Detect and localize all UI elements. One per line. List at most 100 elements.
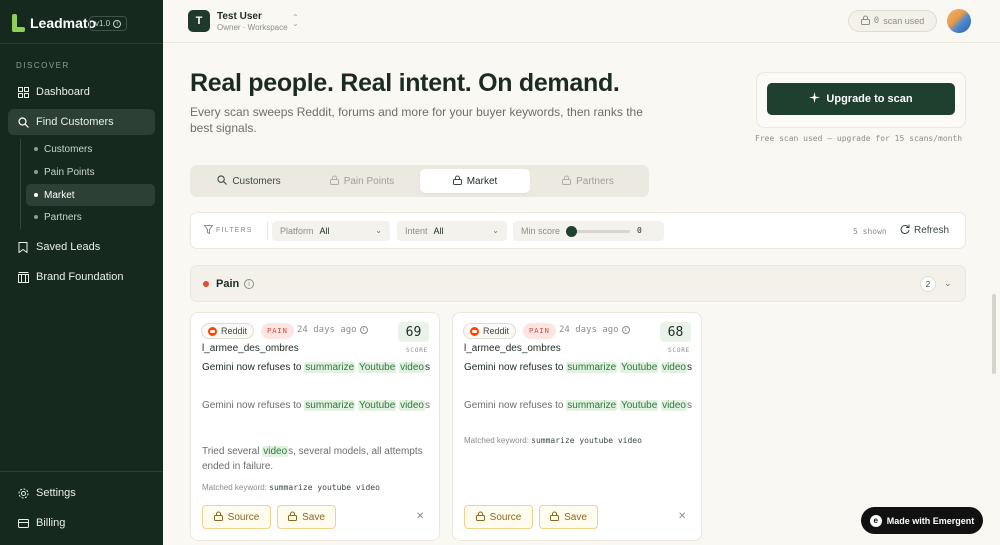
sidebar-item-label: Saved Leads xyxy=(36,241,101,253)
filter-bar: FILTERS Platform All ⌄ Intent All ⌄ Min … xyxy=(190,212,966,249)
subitem-label: Market xyxy=(44,189,75,201)
page-subtitle: Every scan sweeps Reddit, forums and mor… xyxy=(190,105,643,135)
refresh-button[interactable]: Refresh xyxy=(900,224,949,237)
bullet-icon xyxy=(34,170,38,174)
version-badge: v1.0 i xyxy=(89,16,128,31)
sidebar-item-find-customers[interactable]: Find Customers xyxy=(8,109,155,135)
intent-badge: PAIN xyxy=(523,323,556,339)
emergent-label: Made with Emergent xyxy=(886,515,975,526)
sidebar-item-saved-leads[interactable]: Saved Leads xyxy=(8,234,155,260)
chevron-down-icon: ⌄ xyxy=(492,226,499,235)
section-label-discover: DISCOVER xyxy=(16,61,70,70)
min-score-key: Min score xyxy=(521,226,561,236)
workspace-name[interactable]: Test User xyxy=(217,11,262,22)
post-excerpt-detail: Tried several videos, several models, al… xyxy=(202,446,423,472)
min-score-control: Min score 0 xyxy=(513,221,664,241)
slider-thumb[interactable] xyxy=(566,226,577,237)
results-count: 5 shown xyxy=(853,227,887,236)
bullet-icon xyxy=(34,193,38,197)
score-badge: 68 xyxy=(660,322,691,342)
lead-card: Reddit PAIN 24 days ago i 69 SCORE l_arm… xyxy=(190,312,440,541)
dismiss-icon[interactable]: ✕ xyxy=(416,511,424,522)
age-label: 24 days ago xyxy=(297,325,357,335)
sidebar-item-settings[interactable]: Settings xyxy=(8,480,155,506)
platform-key: Platform xyxy=(280,226,314,236)
post-age: 24 days ago i xyxy=(297,325,368,335)
section-count-badge: 2 xyxy=(920,276,936,292)
pain-section-header[interactable]: Pain i 2 ⌄ xyxy=(190,265,966,302)
sidebar: Leadmato v1.0 i DISCOVER Dashboard Find … xyxy=(0,0,163,545)
source-button[interactable]: Source xyxy=(464,505,533,529)
sidebar-item-dashboard[interactable]: Dashboard xyxy=(8,79,155,105)
age-label: 24 days ago xyxy=(559,325,619,335)
subitem-label: Customers xyxy=(44,143,93,155)
save-button[interactable]: Save xyxy=(277,505,336,529)
upgrade-note: Free scan used — upgrade for 15 scans/mo… xyxy=(755,134,963,143)
intent-value: All xyxy=(433,226,444,236)
brand[interactable]: Leadmato xyxy=(12,12,96,34)
submenu-line xyxy=(20,139,21,229)
version-label: v1.0 xyxy=(95,19,111,28)
workspace-avatar[interactable]: T xyxy=(188,10,210,32)
tab-market[interactable]: Market xyxy=(420,169,530,193)
post-excerpt: Gemini now refuses to summarize Youtube … xyxy=(202,400,430,411)
lock-icon xyxy=(475,511,485,524)
billing-icon xyxy=(17,517,29,529)
platform-select[interactable]: Platform All ⌄ xyxy=(272,221,390,241)
post-title: Gemini now refuses to summarize Youtube … xyxy=(464,362,692,373)
scrollbar-thumb[interactable] xyxy=(992,294,996,374)
chevron-down-icon[interactable]: ⌄ xyxy=(944,278,952,289)
platform-value: All xyxy=(319,226,330,236)
leadmato-logo-icon xyxy=(12,14,26,32)
sidebar-subitem-market[interactable]: Market xyxy=(26,184,155,206)
tab-partners[interactable]: Partners xyxy=(533,169,643,193)
sidebar-item-billing[interactable]: Billing xyxy=(8,510,155,536)
reddit-icon xyxy=(470,326,479,336)
category-tabs: Customers Pain Points Market Partners xyxy=(190,165,649,197)
save-button[interactable]: Save xyxy=(539,505,598,529)
made-with-emergent-badge[interactable]: e Made with Emergent xyxy=(861,507,983,534)
info-icon[interactable]: i xyxy=(244,279,254,289)
keyword-label: Matched keyword: xyxy=(202,483,267,492)
source-label: Reddit xyxy=(483,326,510,336)
upgrade-to-scan-button[interactable]: Upgrade to scan xyxy=(767,83,955,115)
divider xyxy=(0,43,163,44)
tab-pain-points[interactable]: Pain Points xyxy=(307,169,417,193)
min-score-slider[interactable] xyxy=(566,226,630,237)
emergent-logo-icon: e xyxy=(869,514,882,527)
lock-icon xyxy=(562,175,572,188)
scan-label: scan used xyxy=(883,16,925,26)
dismiss-icon[interactable]: ✕ xyxy=(678,511,686,522)
tab-customers[interactable]: Customers xyxy=(194,169,304,193)
source-label: Reddit xyxy=(221,326,248,336)
refresh-icon xyxy=(900,224,910,237)
filters-text: FILTERS xyxy=(216,227,253,234)
chevron-up-down-icon[interactable]: ⌃ ⌄ xyxy=(292,14,299,28)
source-button[interactable]: Source xyxy=(202,505,271,529)
keyword-value: summarize youtube video xyxy=(269,483,380,492)
user-avatar[interactable] xyxy=(947,9,971,33)
intent-key: Intent xyxy=(405,226,428,236)
sidebar-item-brand-foundation[interactable]: Brand Foundation xyxy=(8,264,155,290)
gear-icon xyxy=(17,487,29,499)
reddit-icon xyxy=(208,326,217,336)
keyword-value: summarize youtube video xyxy=(531,436,642,445)
brand-name: Leadmato xyxy=(30,15,97,31)
source-badge: Reddit xyxy=(201,323,255,339)
sidebar-subitem-partners[interactable]: Partners xyxy=(26,206,155,228)
sidebar-item-label: Billing xyxy=(36,517,66,529)
intent-select[interactable]: Intent All ⌄ xyxy=(397,221,507,241)
filters-label: FILTERS xyxy=(203,225,253,236)
sidebar-subitem-pain-points[interactable]: Pain Points xyxy=(26,161,155,183)
status-dot xyxy=(203,281,209,287)
chevron-down-icon: ⌄ xyxy=(375,226,382,235)
divider xyxy=(267,222,268,240)
min-score-value: 0 xyxy=(637,226,642,235)
post-age: 24 days ago i xyxy=(559,325,630,335)
save-button-label: Save xyxy=(564,511,587,523)
section-title: Pain xyxy=(216,278,240,290)
page-title: Real people. Real intent. On demand. xyxy=(190,69,620,97)
refresh-label: Refresh xyxy=(914,225,950,236)
sidebar-subitem-customers[interactable]: Customers xyxy=(26,138,155,160)
scrollbar[interactable] xyxy=(992,44,996,544)
